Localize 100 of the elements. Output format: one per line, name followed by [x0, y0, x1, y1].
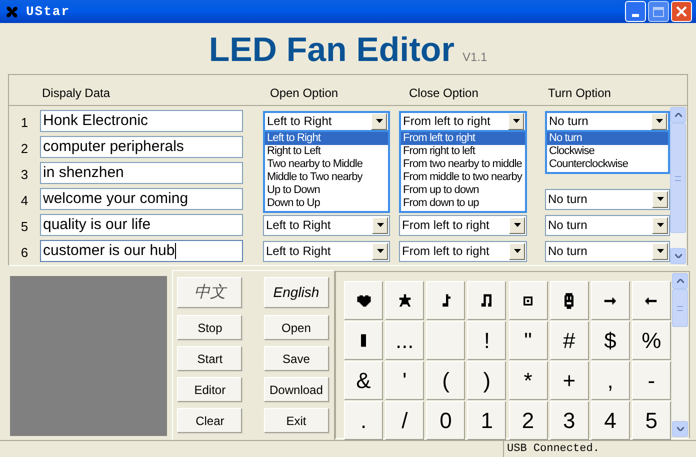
button[interactable]: Stop	[177, 315, 242, 340]
dropdown-button[interactable]	[652, 190, 668, 208]
dropdown[interactable]: Left to Right	[263, 214, 390, 236]
dropdown-button[interactable]	[652, 216, 668, 234]
column-header: Open Option	[270, 86, 338, 100]
dropdown-button[interactable]	[371, 112, 387, 130]
text-cursor	[174, 243, 176, 259]
key-button[interactable]	[344, 281, 383, 320]
scroll-thumb[interactable]	[672, 289, 688, 327]
key-button[interactable]: #	[550, 321, 589, 360]
caret-icon	[376, 119, 382, 123]
dropdown[interactable]: From left to right	[399, 110, 527, 132]
dropdown-option[interactable]: Middle to Two nearby	[265, 170, 388, 184]
window-title: UStar	[26, 2, 70, 21]
key-button[interactable]	[508, 281, 548, 320]
dropdown[interactable]: No turn	[545, 110, 670, 132]
dropdown-option[interactable]: Up to Down	[265, 184, 388, 196]
key-button[interactable]: ...	[385, 321, 424, 360]
dropdown[interactable]: No turn	[545, 188, 670, 210]
dropdown[interactable]: Left to Right	[263, 240, 390, 262]
button[interactable]: English	[264, 277, 329, 308]
caret-icon	[656, 119, 662, 123]
dropdown-option[interactable]: From up to down	[401, 184, 525, 196]
button[interactable]: Download	[264, 377, 329, 402]
row-number: 4	[20, 192, 30, 210]
button[interactable]: Start	[177, 346, 242, 371]
dropdown[interactable]: No turn	[545, 214, 670, 236]
button[interactable]: Save	[264, 346, 329, 371]
button[interactable]: Editor	[177, 377, 242, 402]
key-button[interactable]: ,	[590, 361, 630, 400]
key-button[interactable]: !	[467, 321, 506, 360]
dropdown-button[interactable]	[372, 216, 388, 234]
caret-icon	[376, 223, 384, 227]
key-button[interactable]: 0	[426, 401, 466, 440]
dropdown[interactable]: No turn	[545, 240, 670, 262]
dropdown-option[interactable]: Two nearby to Middle	[265, 158, 388, 170]
key-button[interactable]	[344, 321, 383, 360]
key-button[interactable]: 5	[632, 401, 671, 440]
button[interactable]: Open	[264, 315, 329, 340]
column-header: Turn Option	[548, 86, 611, 100]
dropdown-button[interactable]	[508, 112, 524, 130]
dropdown-option[interactable]: From middle to two nearby	[401, 170, 525, 184]
key-button[interactable]: %	[632, 321, 671, 360]
key-button[interactable]: 4	[590, 401, 630, 440]
button[interactable]: 中文	[177, 277, 242, 308]
dropdown-option[interactable]: Down to Up	[265, 196, 388, 210]
scroll-thumb[interactable]	[670, 123, 686, 233]
text-field[interactable]: Honk Electronic	[40, 110, 243, 132]
dropdown-option[interactable]: From right to left	[401, 144, 525, 158]
dropdown-option[interactable]: From left to right	[401, 132, 525, 144]
text-field[interactable]: welcome your coming	[40, 188, 243, 210]
scroll-down-button[interactable]	[670, 248, 686, 264]
text-field[interactable]: computer peripherals	[40, 136, 243, 158]
key-button[interactable]	[467, 281, 506, 320]
close-button[interactable]	[671, 1, 692, 22]
scroll-down-button[interactable]	[672, 421, 688, 437]
dropdown-button[interactable]	[372, 242, 388, 260]
key-button[interactable]: (	[426, 361, 466, 400]
text-field[interactable]: quality is our life	[40, 214, 243, 236]
key-button[interactable]: 2	[508, 401, 548, 440]
key-button[interactable]: .	[344, 401, 383, 440]
dropdown[interactable]: Left to Right	[263, 110, 390, 132]
dropdown-option[interactable]: From two nearby to middle	[401, 158, 525, 170]
status-message: USB Connected.	[503, 441, 600, 457]
caret-icon	[512, 119, 520, 123]
dropdown-button[interactable]	[509, 216, 525, 234]
dropdown[interactable]: From left to right	[399, 240, 527, 262]
dropdown-option[interactable]: Right to Left	[265, 144, 388, 158]
minimize-button[interactable]	[625, 1, 646, 22]
key-button[interactable]	[426, 281, 466, 320]
key-button[interactable]: *	[508, 361, 548, 400]
dropdown-button[interactable]	[652, 242, 668, 260]
text-field[interactable]: customer is our hub	[40, 240, 243, 262]
key-button[interactable]: &	[344, 361, 383, 400]
dropdown-option[interactable]: From down to up	[401, 196, 525, 210]
dropdown-option[interactable]: No turn	[547, 132, 668, 144]
key-button[interactable]: 3	[550, 401, 589, 440]
caret-icon	[656, 197, 664, 201]
key-button[interactable]: )	[467, 361, 506, 400]
key-button[interactable]: +	[550, 361, 589, 400]
text-field[interactable]: in shenzhen	[40, 162, 243, 184]
key-button[interactable]: /	[385, 401, 424, 440]
button[interactable]: Clear	[177, 408, 242, 433]
key-button[interactable]: -	[632, 361, 671, 400]
key-button[interactable]: $	[590, 321, 630, 360]
key-button[interactable]	[550, 281, 589, 320]
key-button[interactable]: '	[385, 361, 424, 400]
dropdown-option[interactable]: Left to Right	[265, 132, 388, 144]
scroll-up-button[interactable]	[672, 273, 688, 289]
key-button[interactable]	[385, 281, 424, 320]
scroll-up-button[interactable]	[670, 107, 686, 123]
key-button[interactable]: 1	[467, 401, 506, 440]
row-number: 3	[20, 166, 30, 184]
dropdown-button[interactable]	[509, 242, 525, 260]
dropdown-option[interactable]: Clockwise	[547, 144, 668, 158]
key-button[interactable]: "	[508, 321, 548, 360]
dropdown-button[interactable]	[651, 112, 667, 130]
dropdown[interactable]: From left to right	[399, 214, 527, 236]
button[interactable]: Exit	[264, 408, 329, 433]
dropdown-option[interactable]: Counterclockwise	[547, 158, 668, 170]
